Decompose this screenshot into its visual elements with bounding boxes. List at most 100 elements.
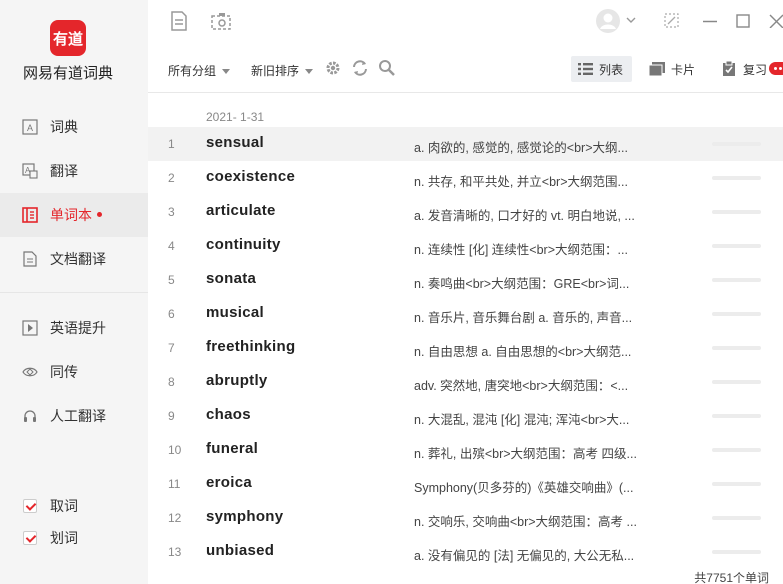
list-view-button[interactable]: 列表 [571,56,632,82]
word-text: articulate [206,202,276,219]
word-text: funeral [206,440,259,457]
word-row[interactable]: 11 eroica Symphony(贝多芬的)《英雄交响曲》(... [148,467,783,501]
word-text: chaos [206,406,251,423]
maximize-icon[interactable] [736,14,750,28]
familiarity-bar [712,244,761,248]
word-text: symphony [206,508,284,525]
word-row[interactable]: 2 coexistence n. 共存, 和平共处, 并立<br>大纲范围... [148,161,783,195]
minimize-icon[interactable] [702,20,718,23]
sidebar-item-translate[interactable]: A 翻译 [0,149,148,193]
word-text: musical [206,304,264,321]
row-number: 3 [168,205,175,219]
sidebar-divider [0,292,148,293]
sidebar-item-label: 英语提升 [50,320,106,336]
word-text: abruptly [206,372,268,389]
familiarity-bar [712,516,761,520]
word-text: unbiased [206,542,275,559]
word-definition: n. 大混乱, 混沌 [化] 混沌; 浑沌<br>大... [414,413,630,427]
familiarity-bar [712,448,761,452]
sync-icon[interactable] [351,59,369,77]
sidebar-item-label: 文档翻译 [50,251,106,267]
sidebar-item-english-improve[interactable]: 英语提升 [0,306,148,350]
close-icon[interactable] [768,13,783,28]
word-text: sonata [206,270,257,287]
word-definition: n. 奏鸣曲<br>大纲范围：GRE<br>词... [414,277,630,291]
review-button[interactable]: 复习 [722,56,767,82]
familiarity-bar [712,176,761,180]
word-text: eroica [206,474,252,491]
sidebar-item-dictionary[interactable]: A 词典 [0,105,148,149]
word-row[interactable]: 8 abruptly adv. 突然地, 唐突地<br>大纲范围：<... [148,365,783,399]
card-view-label: 卡片 [671,62,696,77]
word-definition: n. 葬礼, 出殡<br>大纲范围：高考 四级... [414,447,637,461]
sidebar-item-label: 人工翻译 [50,408,106,424]
sidebar-item-wordbook[interactable]: 单词本 [0,193,148,237]
capture-word-toggle[interactable]: 取词 [0,494,148,518]
dictionary-icon: A [22,119,38,135]
row-number: 8 [168,375,175,389]
word-row[interactable]: 7 freethinking n. 自由思想 a. 自由思想的<br>大纲范... [148,331,783,365]
app-window: 有道 网易有道词典 A 词典 A 翻译 单词本 文档翻译 英语提升 同传 人工翻… [0,0,783,584]
word-text: continuity [206,236,281,253]
screenshot-icon[interactable] [210,11,232,31]
app-logo: 有道 [50,20,86,56]
chevron-down-icon [305,69,314,75]
word-definition: adv. 突然地, 唐突地<br>大纲范围：<... [414,379,629,393]
select-word-toggle[interactable]: 划词 [0,526,148,550]
row-number: 13 [168,545,182,559]
group-filter-dropdown[interactable]: 所有分组 [168,62,231,79]
toolbar-divider [148,92,783,93]
sidebar-item-document-translate[interactable]: 文档翻译 [0,237,148,281]
clipboard-check-icon [723,61,735,76]
select-word-checkbox[interactable] [23,531,37,545]
familiarity-bar [712,380,761,384]
translate-icon: A [22,163,38,179]
wordbook-icon [22,207,38,223]
sort-dropdown[interactable]: 新旧排序 [251,62,314,79]
card-view-button[interactable]: 卡片 [649,56,695,82]
word-row[interactable]: 1 sensual a. 肉欲的, 感觉的, 感觉论的<br>大纲... [148,127,783,161]
word-row[interactable]: 12 symphony n. 交响乐, 交响曲<br>大纲范围：高考 ... [148,501,783,535]
word-row[interactable]: 9 chaos n. 大混乱, 混沌 [化] 混沌; 浑沌<br>大... [148,399,783,433]
row-number: 5 [168,273,175,287]
date-group-header: 2021- 1-31 [206,110,265,124]
row-number: 6 [168,307,175,321]
word-definition: n. 自由思想 a. 自由思想的<br>大纲范... [414,345,632,359]
search-icon[interactable] [378,59,396,77]
word-row[interactable]: 13 unbiased a. 没有偏见的 [法] 无偏见的, 大公无私... [148,535,783,569]
list-icon [578,63,593,75]
capture-word-checkbox[interactable] [23,499,37,513]
capture-word-label: 取词 [50,498,78,514]
familiarity-bar [712,346,761,350]
avatar-icon[interactable] [595,7,625,35]
mini-mode-icon[interactable] [664,13,679,28]
review-badge [769,62,783,75]
word-row[interactable]: 10 funeral n. 葬礼, 出殡<br>大纲范围：高考 四级... [148,433,783,467]
settings-gear-icon[interactable] [325,60,341,76]
familiarity-bar [712,142,761,146]
familiarity-bar [712,482,761,486]
word-count: 共7751个单词 [694,571,769,584]
familiarity-bar [712,278,761,282]
headset-icon [24,410,36,422]
word-row[interactable]: 5 sonata n. 奏鸣曲<br>大纲范围：GRE<br>词... [148,263,783,297]
word-row[interactable]: 3 articulate a. 发音清晰的, 口才好的 vt. 明白地说, ... [148,195,783,229]
word-definition: Symphony(贝多芬的)《英雄交响曲》(... [414,481,634,495]
sidebar-item-label: 词典 [50,119,78,135]
chevron-down-icon [222,69,231,75]
chevron-down-icon[interactable] [626,16,636,24]
word-row[interactable]: 4 continuity n. 连续性 [化] 连续性<br>大纲范围：... [148,229,783,263]
word-definition: a. 肉欲的, 感觉的, 感觉论的<br>大纲... [414,141,628,155]
sidebar-item-human-translate[interactable]: 人工翻译 [0,394,148,438]
row-number: 7 [168,341,175,355]
document-icon [23,251,37,267]
notes-icon[interactable] [170,11,188,31]
sidebar-item-interpretation[interactable]: 同传 [0,350,148,394]
row-number: 2 [168,171,175,185]
sort-label: 新旧排序 [251,64,300,78]
sidebar-item-label: 同传 [50,364,78,380]
new-badge-dot [97,212,102,217]
app-name: 网易有道词典 [22,65,113,82]
word-definition: n. 连续性 [化] 连续性<br>大纲范围：... [414,243,628,257]
word-row[interactable]: 6 musical n. 音乐片, 音乐舞台剧 a. 音乐的, 声音... [148,297,783,331]
